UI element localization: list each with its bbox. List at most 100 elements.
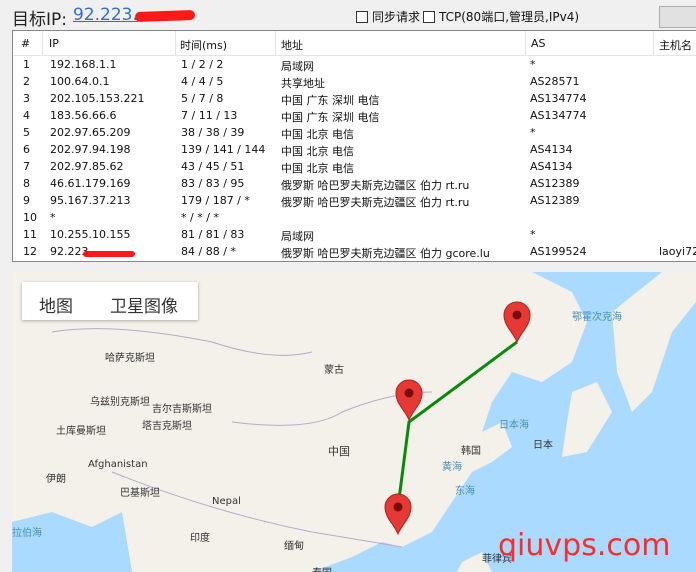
map-label: 伊朗 [46,474,66,485]
watermark: qiuvps.com [498,528,671,563]
tcp-checkbox[interactable]: TCP(80端口,管理员,IPv4) [423,8,579,25]
col-header-as[interactable]: AS [527,37,546,50]
map-label: 土库曼斯坦 [56,426,106,437]
cell-ip: 46.61.179.169 [50,177,131,190]
map-label: 日本 [533,440,553,451]
table-row[interactable]: 3 202.105.153.221 5 / 7 / 8 中国 广东 深圳 电信 AS13… [13,90,696,107]
cell-time: 83 / 83 / 95 [181,177,245,190]
cell-ip: 10.255.10.155 [50,228,131,241]
table-row[interactable]: 7 202.97.85.62 43 / 45 / 51 中国 北京 电信 AS4134 [13,158,696,175]
cell-ip: 100.64.0.1 [50,75,110,88]
cell-ip: 95.167.37.213 [50,194,131,207]
cell-n: 10 [23,211,37,224]
redaction-mark [134,9,196,23]
cell-n: 3 [23,92,30,105]
cell-as: AS134774 [530,92,587,105]
cell-addr: 共享地址 [281,77,325,90]
cell-host: laoyi72. [659,245,696,258]
table-row[interactable]: 10 * * / * / * [13,209,696,226]
sync-request-checkbox[interactable]: 同步请求 [356,8,420,25]
map-label: 缅甸 [284,541,304,552]
top-bar: 目标IP: 92.223. 同步请求 TCP(80端口,管理员,IPv4) [0,0,696,30]
cell-addr: 俄罗斯 哈巴罗夫斯克边疆区 伯力 gcore.lu [281,247,490,260]
map-label: 巴基斯坦 [120,488,160,499]
cell-addr: 中国 广东 深圳 电信 [281,94,380,107]
cell-time: 84 / 88 / * [181,245,236,258]
cell-time: 179 / 187 / * [181,194,250,207]
col-header-address[interactable]: 地址 [277,37,303,53]
cell-n: 6 [23,143,30,156]
cell-as: AS199524 [530,245,587,258]
cell-n: 2 [23,75,30,88]
cell-addr: 俄罗斯 哈巴罗夫斯克边疆区 伯力 rt.ru [281,196,470,209]
cell-as: AS4134 [530,160,573,173]
start-button[interactable] [659,6,696,28]
cell-ip: 202.105.153.221 [50,92,145,105]
sync-request-label: 同步请求 [372,10,421,24]
redaction-mark [83,251,135,257]
table-row[interactable]: 2 100.64.0.1 4 / 4 / 5 共享地址 AS28571 [13,73,696,90]
map-label: 鄂霍次克海 [572,312,622,323]
cell-time: 7 / 11 / 13 [181,109,238,122]
map-label: 泰国 [312,564,332,572]
cell-addr: 中国 北京 电信 [281,145,354,158]
table-header: # IP 时间(ms) 地址 AS 主机名 [13,31,696,56]
table-row[interactable]: 1 192.168.1.1 1 / 2 / 2 局域网 * [13,56,696,73]
table-row[interactable]: 5 202.97.65.209 38 / 38 / 39 中国 北京 电信 * [13,124,696,141]
tab-map[interactable]: 地图 [39,292,73,317]
table-row[interactable]: 9 95.167.37.213 179 / 187 / * 俄罗斯 哈巴罗夫斯克边疆区… [13,192,696,209]
land-kamchatka [612,272,696,412]
tcp-label: TCP(80端口,管理员,IPv4) [439,10,580,24]
cell-time: 4 / 4 / 5 [181,75,224,88]
table-row[interactable]: 11 10.255.10.155 81 / 81 / 83 局域网 * [13,226,696,243]
checkbox-box[interactable] [423,10,435,23]
table-row[interactable]: 12 92.223 84 / 88 / * 俄罗斯 哈巴罗夫斯克边疆区 伯力 gcor… [13,243,696,260]
checkbox-box[interactable] [356,10,368,23]
water-west [12,512,132,572]
cell-as: AS4134 [530,143,573,156]
cell-addr: 局域网 [281,60,314,73]
col-header-time[interactable]: 时间(ms) [176,37,227,53]
cell-addr: 中国 广东 深圳 电信 [281,111,380,124]
tab-satellite[interactable]: 卫星图像 [110,292,178,317]
cell-as: * [530,58,536,71]
map-label: 日本海 [499,420,529,431]
map-label: 中国 [328,445,350,458]
map-label: 黄海 [442,462,462,473]
cell-n: 8 [23,177,30,190]
table-row[interactable]: 4 183.56.66.6 7 / 11 / 13 中国 广东 深圳 电信 AS1347… [13,107,696,124]
map-label: Nepal [212,496,241,507]
table-row[interactable]: 6 202.97.94.198 139 / 141 / 144 中国 北京 电信 AS4… [13,141,696,158]
cell-time: 1 / 2 / 2 [181,58,224,71]
cell-n: 9 [23,194,30,207]
cell-ip: 192.168.1.1 [50,58,117,71]
cell-n: 4 [23,109,30,122]
col-header-hostname[interactable]: 主机名 [655,37,692,53]
map-label: 哈萨克斯坦 [105,353,155,364]
cell-as: AS134774 [530,109,587,122]
col-header-index[interactable]: # [17,37,30,50]
cell-ip: * [50,211,56,224]
map-label: 塔吉克斯坦 [142,421,192,432]
cell-as: AS12389 [530,177,580,190]
map-label: 吉尔吉斯斯坦 [152,404,212,415]
route-map[interactable]: 地图 卫星图像 哈萨克斯坦 乌兹别克斯坦 吉尔吉斯斯坦 土库曼斯坦 塔吉克斯坦 … [12,272,696,572]
map-type-tabs: 地图 卫星图像 [22,282,198,320]
cell-addr: 局域网 [281,230,314,243]
target-ip-link[interactable]: 92.223. [73,5,138,25]
map-label: 拉伯海 [12,528,42,539]
cell-ip: 202.97.94.198 [50,143,131,156]
cell-n: 11 [23,228,37,241]
target-ip-label: 目标IP: [12,10,67,30]
cell-addr: 俄罗斯 哈巴罗夫斯克边疆区 伯力 rt.ru [281,179,470,192]
cell-addr: 中国 北京 电信 [281,162,354,175]
map-label: 韩国 [461,446,481,457]
cell-n: 1 [23,58,30,71]
cell-time: * / * / * [181,211,219,224]
map-label: 东海 [455,486,475,497]
table-row[interactable]: 8 46.61.179.169 83 / 83 / 95 俄罗斯 哈巴罗夫斯克边疆区 … [13,175,696,192]
col-header-ip[interactable]: IP [45,37,59,50]
map-label: 印度 [190,533,210,544]
cell-time: 81 / 81 / 83 [181,228,245,241]
cell-n: 12 [23,245,37,258]
